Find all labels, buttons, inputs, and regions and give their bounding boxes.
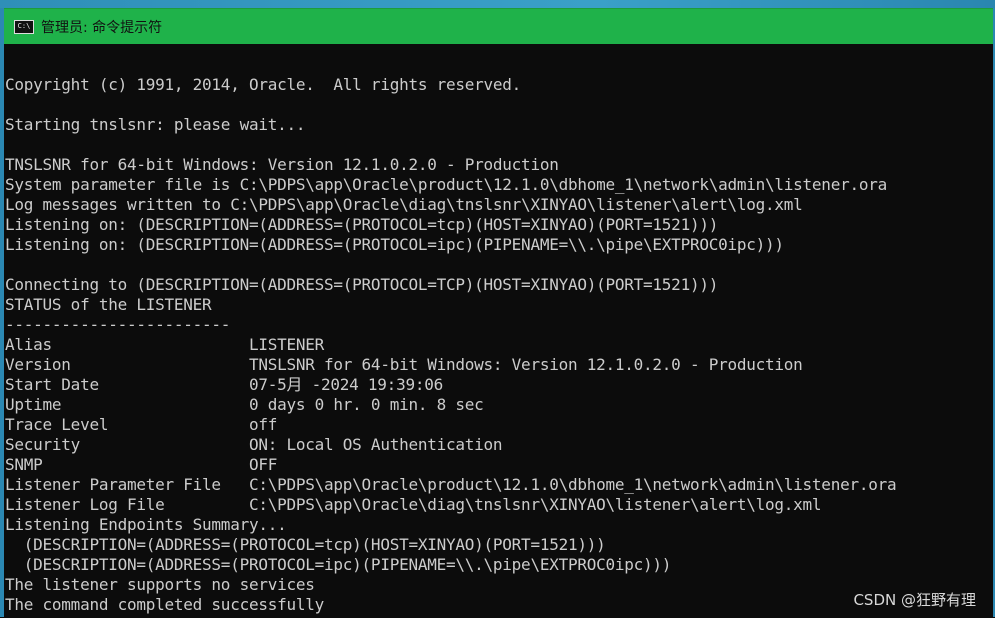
console-line: System parameter file is C:\PDPS\app\Ora… xyxy=(5,175,887,194)
console-line: (DESCRIPTION=(ADDRESS=(PROTOCOL=tcp)(HOS… xyxy=(5,535,606,554)
console-line: Alias LISTENER xyxy=(5,335,325,354)
console-line: ------------------------ xyxy=(5,315,231,334)
console-line: Version TNSLSNR for 64-bit Windows: Vers… xyxy=(5,355,803,374)
console-line: Listening on: (DESCRIPTION=(ADDRESS=(PRO… xyxy=(5,235,784,254)
console-line: Listener Parameter File C:\PDPS\app\Orac… xyxy=(5,475,897,494)
console-line: The listener supports no services xyxy=(5,575,315,594)
watermark: CSDN @狂野有理 xyxy=(853,591,976,609)
desktop-background xyxy=(0,0,995,8)
cmd-icon-label: C:\ xyxy=(17,22,31,30)
console-line: Start Date 07-5月 -2024 19:39:06 xyxy=(5,375,443,394)
console-line: Listener Log File C:\PDPS\app\Oracle\dia… xyxy=(5,495,822,514)
console-line: Listening Endpoints Summary... xyxy=(5,515,287,534)
console-line: Trace Level off xyxy=(5,415,278,434)
console-line: Uptime 0 days 0 hr. 0 min. 8 sec xyxy=(5,395,484,414)
command-prompt-window[interactable]: C:\ 管理员: 命令提示符 Copyright (c) 1991, 2014,… xyxy=(4,8,993,618)
console-line: STATUS of the LISTENER xyxy=(5,295,212,314)
console-line: SNMP OFF xyxy=(5,455,278,474)
console-output[interactable]: Copyright (c) 1991, 2014, Oracle. All ri… xyxy=(5,55,897,615)
console-line: TNSLSNR for 64-bit Windows: Version 12.1… xyxy=(5,155,559,174)
cmd-icon[interactable]: C:\ xyxy=(14,19,34,34)
console-line: Listening on: (DESCRIPTION=(ADDRESS=(PRO… xyxy=(5,215,719,234)
console-line: Log messages written to C:\PDPS\app\Orac… xyxy=(5,195,803,214)
window-titlebar[interactable]: C:\ 管理员: 命令提示符 xyxy=(4,9,993,44)
console-line: (DESCRIPTION=(ADDRESS=(PROTOCOL=ipc)(PIP… xyxy=(5,555,672,574)
console-line: Security ON: Local OS Authentication xyxy=(5,435,503,454)
console-line: Copyright (c) 1991, 2014, Oracle. All ri… xyxy=(5,75,522,94)
window-title: 管理员: 命令提示符 xyxy=(41,19,163,36)
console-line: Starting tnslsnr: please wait... xyxy=(5,115,306,134)
console-line: Connecting to (DESCRIPTION=(ADDRESS=(PRO… xyxy=(5,275,719,294)
console-line: The command completed successfully xyxy=(5,595,325,614)
